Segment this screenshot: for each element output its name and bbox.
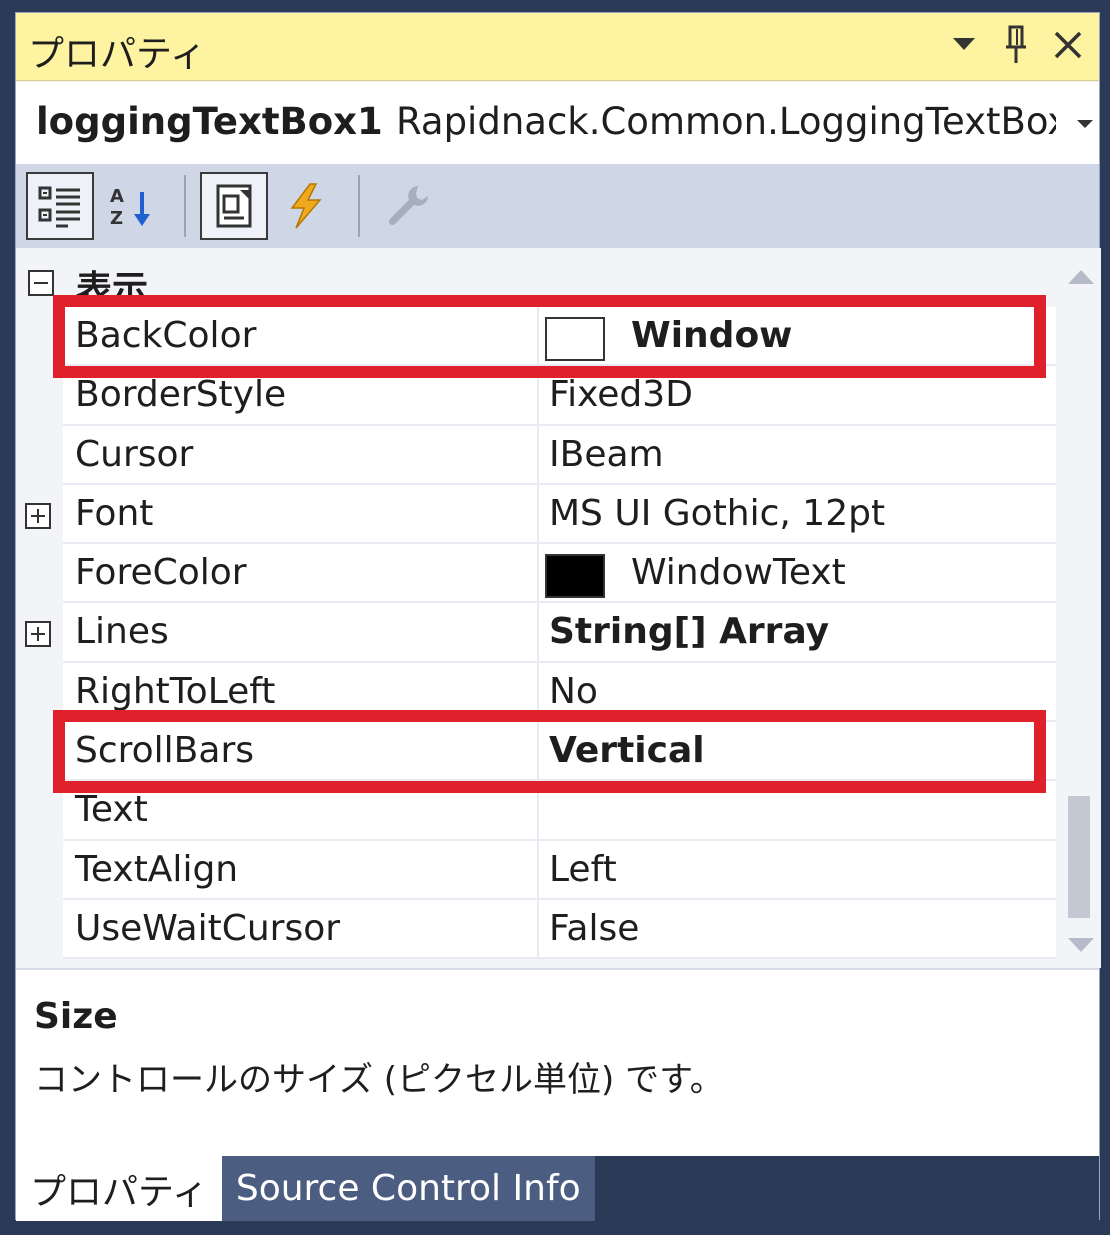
alphabetical-button[interactable]: A Z [98, 172, 166, 240]
dropdown-arrow-icon[interactable] [945, 23, 983, 67]
property-name: Lines [75, 611, 169, 653]
color-swatch [545, 317, 605, 361]
property-row[interactable]: ForeColor WindowText [63, 544, 1056, 604]
description-panel: Size コントロールのサイズ (ピクセル単位) です。 [16, 968, 1099, 1156]
property-row[interactable]: UseWaitCursor False [63, 899, 1056, 960]
properties-toolbar: A Z [16, 164, 1099, 248]
property-row[interactable]: Text [63, 781, 1056, 841]
column-divider [537, 366, 539, 424]
property-row[interactable]: Lines String[] Array [25, 603, 1056, 663]
property-value[interactable]: MS UI Gothic, 12pt [549, 493, 885, 534]
tab-source-control-info[interactable]: Source Control Info [221, 1156, 595, 1221]
toolbar-separator [358, 175, 360, 237]
column-divider [537, 722, 539, 780]
property-row[interactable]: Font MS UI Gothic, 12pt [25, 484, 1056, 545]
pin-icon[interactable] [997, 23, 1035, 67]
column-divider [537, 840, 539, 898]
chevron-down-icon[interactable] [1077, 120, 1093, 128]
property-pages-icon [388, 186, 428, 226]
title-bar-icons [945, 23, 1087, 67]
property-grid: 表示 BackColor Window BorderStyle Fixed3D Curs… [16, 248, 1056, 968]
toolbar-separator [184, 175, 186, 237]
property-value[interactable]: IBeam [549, 434, 664, 475]
column-divider [537, 899, 539, 958]
property-value[interactable]: Window [631, 315, 792, 356]
property-row[interactable]: ScrollBars Vertical [63, 722, 1056, 782]
property-name: TextAlign [75, 848, 239, 890]
object-type: Rapidnack.Common.LoggingTextBox [396, 100, 1056, 143]
object-selector[interactable]: loggingTextBox1 Rapidnack.Common.Logging… [16, 82, 1099, 164]
svg-text:Z: Z [110, 208, 123, 229]
property-row[interactable]: Cursor IBeam [63, 425, 1056, 485]
property-value[interactable]: Fixed3D [549, 374, 693, 415]
property-row[interactable]: BackColor Window [63, 307, 1056, 367]
vertical-scrollbar[interactable] [1056, 248, 1101, 968]
alphabetical-icon: A Z [110, 186, 150, 229]
column-divider [537, 544, 539, 602]
category-label: 表示 [76, 269, 149, 310]
expand-icon[interactable] [25, 621, 51, 648]
categorized-icon [38, 186, 80, 228]
categorized-button[interactable] [26, 172, 94, 240]
properties-button[interactable] [200, 172, 268, 240]
property-row[interactable]: TextAlign Left [63, 840, 1056, 900]
property-rows: BackColor Window BorderStyle Fixed3D Cursor I… [25, 307, 1056, 960]
column-divider [537, 307, 539, 365]
property-row[interactable]: BorderStyle Fixed3D [63, 366, 1056, 426]
description-title: Size [34, 996, 118, 1037]
object-name: loggingTextBox1 [36, 100, 383, 143]
window-title: プロパティ [28, 34, 206, 75]
property-value[interactable]: String[] Array [549, 611, 829, 652]
property-name: UseWaitCursor [75, 907, 341, 949]
category-row[interactable]: 表示 [16, 248, 1056, 310]
column-divider [537, 781, 539, 839]
column-divider [537, 484, 539, 543]
property-value[interactable]: False [549, 908, 639, 949]
column-divider [537, 662, 539, 721]
property-value[interactable]: Vertical [549, 730, 705, 771]
bottom-tabs: プロパティ Source Control Info [16, 1156, 1099, 1221]
close-icon[interactable] [1049, 23, 1087, 67]
collapse-icon[interactable] [28, 270, 54, 296]
property-name: ScrollBars [75, 730, 254, 772]
color-swatch [545, 554, 605, 599]
property-name: RightToLeft [75, 670, 276, 712]
property-value[interactable]: No [549, 671, 598, 712]
property-value[interactable]: WindowText [631, 552, 846, 593]
events-icon [290, 183, 322, 229]
property-name: Cursor [75, 433, 194, 475]
tab-properties[interactable]: プロパティ [16, 1156, 222, 1221]
title-bar: プロパティ [16, 13, 1099, 81]
description-text: コントロールのサイズ (ピクセル単位) です。 [34, 1060, 724, 1100]
property-value[interactable]: Left [549, 849, 617, 890]
scrollbar-thumb[interactable] [1068, 796, 1090, 918]
property-name: ForeColor [75, 552, 247, 594]
scroll-up-icon[interactable] [1068, 270, 1094, 284]
events-button[interactable] [272, 172, 340, 240]
property-name: BorderStyle [75, 374, 287, 416]
property-name: Font [75, 492, 154, 534]
property-row[interactable]: RightToLeft No [63, 662, 1056, 723]
scroll-down-icon[interactable] [1068, 938, 1094, 952]
property-name: Text [75, 789, 148, 831]
properties-icon [216, 184, 252, 228]
property-name: BackColor [75, 315, 257, 356]
expand-icon[interactable] [25, 502, 51, 529]
column-divider [537, 603, 539, 661]
column-divider [537, 425, 539, 483]
property-pages-button[interactable] [374, 172, 442, 240]
properties-window: プロパティ loggingTextBox1 Rapidnack.Common.L… [15, 12, 1101, 1221]
svg-text:A: A [110, 186, 124, 207]
